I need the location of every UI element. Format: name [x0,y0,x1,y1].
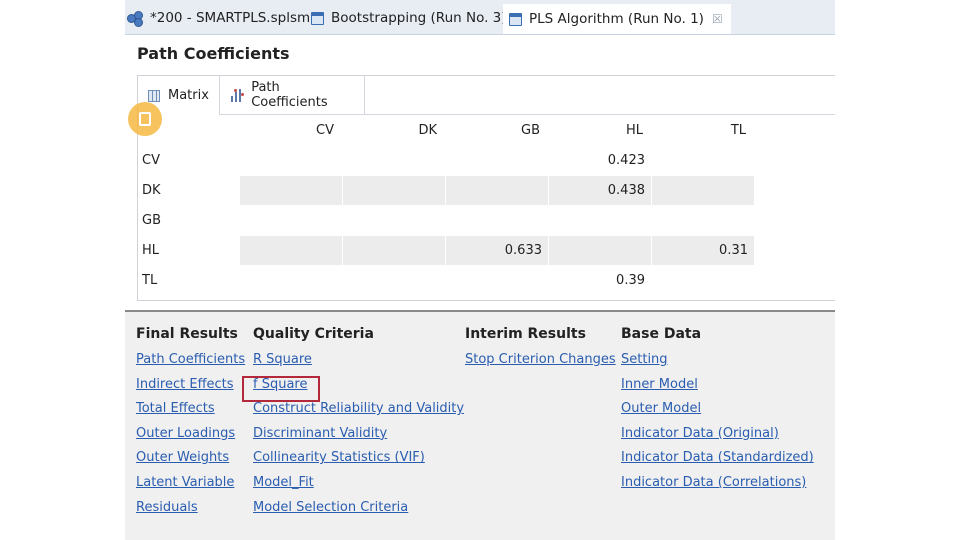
table-row: CV 0.423 [138,146,758,176]
matrix-cell[interactable] [240,266,342,295]
matrix-cell[interactable] [549,236,651,265]
link-latent-variable[interactable]: Latent Variable [136,474,245,499]
coefficient-matrix: CV DK GB HL TL CV 0.423 DK 0.438 GB HL 0… [138,116,758,296]
tab-project-file[interactable]: *200 - SMARTPLS.splsm [127,4,310,32]
results-panel: Matrix Path Coefficients CV DK GB HL TL … [137,75,835,301]
nav-column-interim-results: Interim Results Stop Criterion Changes [465,326,616,376]
tab-label: Matrix [168,88,209,103]
link-collinearity-statistics[interactable]: Collinearity Statistics (VIF) [253,449,464,474]
nav-heading: Interim Results [465,326,586,342]
nav-heading: Final Results [136,326,238,342]
matrix-cell[interactable] [240,146,342,175]
tab-label: Bootstrapping (Run No. 3) [331,10,507,26]
matrix-cell[interactable] [446,266,548,295]
link-model-selection-criteria[interactable]: Model Selection Criteria [253,499,464,524]
tab-label: Path Coefficients [251,80,328,110]
matrix-cell[interactable] [446,146,548,175]
matrix-cell[interactable]: 0.633 [446,236,548,265]
matrix-cell[interactable] [240,206,342,235]
nav-heading: Quality Criteria [253,326,374,342]
nav-column-base-data: Base Data Setting Inner Model Outer Mode… [621,326,814,499]
matrix-cell[interactable] [652,206,754,235]
link-path-coefficients[interactable]: Path Coefficients [136,351,245,376]
view-tab-bar: Matrix Path Coefficients [138,76,835,115]
matrix-cell[interactable] [446,206,548,235]
matrix-cell[interactable] [652,176,754,205]
row-label: HL [142,243,160,258]
matrix-cell[interactable] [343,176,445,205]
bar-chart-icon [230,88,244,102]
table-row: HL 0.633 0.31 [138,236,758,266]
column-header: GB [521,123,540,138]
report-icon [509,12,522,26]
table-row: TL 0.39 [138,266,758,296]
link-r-square[interactable]: R Square [253,351,464,376]
report-icon [311,11,324,25]
row-label: DK [142,183,161,198]
row-label: TL [142,273,158,288]
tab-label: PLS Algorithm (Run No. 1) [529,11,704,27]
tab-label: *200 - SMARTPLS.splsm [150,10,311,26]
row-label: CV [142,153,160,168]
row-label: GB [142,213,161,228]
link-inner-model[interactable]: Inner Model [621,376,814,401]
matrix-cell[interactable] [343,206,445,235]
table-row: GB [138,206,758,236]
nav-column-quality-criteria: Quality Criteria R Square f Square Const… [253,326,464,523]
matrix-cell[interactable]: 0.423 [549,146,651,175]
table-row: DK 0.438 [138,176,758,206]
link-indicator-data-standardized[interactable]: Indicator Data (Standardized) [621,449,814,474]
matrix-cell[interactable] [343,236,445,265]
matrix-cell[interactable] [446,176,548,205]
page-title: Path Coefficients [137,44,290,63]
tab-bootstrapping[interactable]: Bootstrapping (Run No. 3) [311,4,507,32]
link-stop-criterion-changes[interactable]: Stop Criterion Changes [465,351,616,376]
link-indicator-data-original[interactable]: Indicator Data (Original) [621,425,814,450]
matrix-cell[interactable] [240,236,342,265]
matrix-cell[interactable] [652,266,754,295]
matrix-cell[interactable] [240,176,342,205]
link-total-effects[interactable]: Total Effects [136,400,245,425]
floating-action-icon[interactable] [128,102,162,136]
link-outer-loadings[interactable]: Outer Loadings [136,425,245,450]
link-construct-reliability[interactable]: Construct Reliability and Validity [253,400,464,425]
nav-column-final-results: Final Results Path Coefficients Indirect… [136,326,245,523]
report-navigation: Final Results Path Coefficients Indirect… [125,310,835,540]
tab-pls-algorithm[interactable]: PLS Algorithm (Run No. 1) ☒ [503,4,731,34]
link-residuals[interactable]: Residuals [136,499,245,524]
matrix-cell[interactable] [343,146,445,175]
matrix-cell[interactable]: 0.438 [549,176,651,205]
close-tab-icon[interactable]: ☒ [712,12,723,26]
editor-tab-bar: *200 - SMARTPLS.splsm Bootstrapping (Run… [125,0,835,35]
smartpls-window: *200 - SMARTPLS.splsm Bootstrapping (Run… [125,0,835,540]
link-outer-weights[interactable]: Outer Weights [136,449,245,474]
matrix-cell[interactable] [343,266,445,295]
matrix-cell[interactable]: 0.39 [549,266,651,295]
column-header: TL [730,123,746,138]
link-model-fit[interactable]: Model_Fit [253,474,464,499]
matrix-cell[interactable]: 0.31 [652,236,754,265]
matrix-cell[interactable] [549,206,651,235]
column-header: CV [316,123,334,138]
matrix-cell[interactable] [652,146,754,175]
link-indirect-effects[interactable]: Indirect Effects [136,376,245,401]
link-setting[interactable]: Setting [621,351,814,376]
link-outer-model[interactable]: Outer Model [621,400,814,425]
tab-path-coefficients-chart[interactable]: Path Coefficients [220,76,365,114]
nav-heading: Base Data [621,326,702,342]
matrix-header-row: CV DK GB HL TL [138,116,758,146]
project-icon [127,11,143,27]
link-indicator-data-correlations[interactable]: Indicator Data (Correlations) [621,474,814,499]
column-header: HL [625,123,643,138]
link-discriminant-validity[interactable]: Discriminant Validity [253,425,464,450]
column-header: DK [418,123,437,138]
highlight-box-f-square [242,376,320,402]
matrix-icon [148,89,160,102]
